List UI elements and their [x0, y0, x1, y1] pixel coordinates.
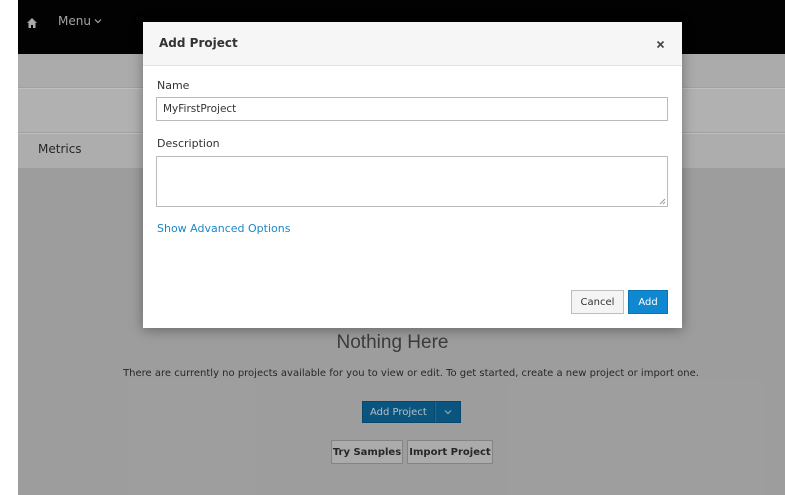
description-input[interactable] [156, 156, 668, 207]
add-project-modal: Add Project Name Description Show Advanc… [143, 22, 682, 328]
cancel-button[interactable]: Cancel [571, 290, 624, 314]
close-button[interactable] [653, 37, 667, 51]
name-input[interactable] [156, 97, 668, 121]
description-label: Description [157, 137, 220, 150]
show-advanced-options-link[interactable]: Show Advanced Options [157, 222, 290, 235]
name-label: Name [157, 79, 190, 92]
modal-header: Add Project [143, 22, 682, 66]
add-button[interactable]: Add [628, 290, 668, 314]
resize-handle-icon[interactable] [658, 197, 666, 205]
modal-title: Add Project [159, 36, 238, 50]
close-icon [656, 40, 664, 48]
